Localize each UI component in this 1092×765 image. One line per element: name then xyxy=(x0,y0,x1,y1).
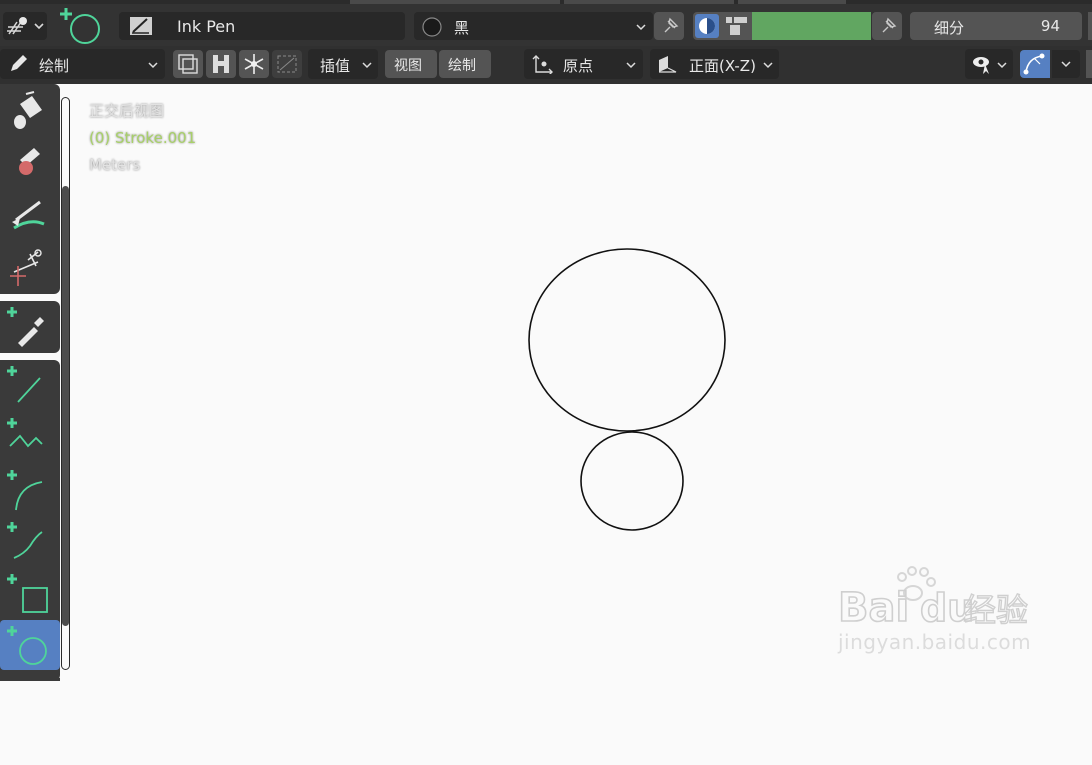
eraser-icon xyxy=(19,148,40,175)
overlays-toggle[interactable] xyxy=(1020,50,1050,78)
menu-view-label: 视图 xyxy=(394,58,422,74)
curve-icon xyxy=(7,522,43,559)
watermark-brand-cn: 经验 xyxy=(964,591,1028,629)
vertex-color-icon xyxy=(726,17,747,35)
menu-draw[interactable]: 绘制 xyxy=(439,50,491,78)
color-mode-toggle[interactable] xyxy=(693,12,753,40)
snowflake-icon xyxy=(244,54,264,74)
header-overflow xyxy=(1088,12,1092,40)
chevron-down-icon xyxy=(763,62,773,69)
menu-draw-label: 绘制 xyxy=(448,58,476,74)
tool-shelf-scrollbar-thumb[interactable] xyxy=(62,186,69,626)
material-name-label: 黑 xyxy=(454,19,470,37)
header-overflow xyxy=(1086,50,1092,78)
large-circle-stroke xyxy=(528,248,726,432)
polyline-icon xyxy=(7,418,43,448)
tool-fill[interactable] xyxy=(0,84,60,136)
chevron-down-icon xyxy=(997,62,1007,69)
pencil-icon xyxy=(11,55,27,71)
scissors-icon xyxy=(10,249,42,286)
eyedropper-icon xyxy=(7,307,44,347)
tint-brush-icon xyxy=(12,200,45,230)
subdivide-field[interactable]: 细分 94 xyxy=(910,12,1082,40)
points-mask-button[interactable] xyxy=(239,50,269,78)
material-dropdown[interactable]: 黑 xyxy=(414,12,653,40)
stroke-color-swatch[interactable] xyxy=(752,12,871,40)
drawing-plane-label: 正面(X-Z) xyxy=(689,57,756,75)
arc-icon xyxy=(7,470,43,511)
tool-polyline[interactable] xyxy=(0,412,60,464)
chevron-down-icon xyxy=(626,62,636,69)
viewport-info-overlay: 正交后视图 (0) Stroke.001 Meters xyxy=(89,98,196,179)
segment-icon xyxy=(277,55,297,73)
pin-material-button[interactable] xyxy=(654,12,684,40)
draw-mode-dropdown[interactable]: 绘制 xyxy=(0,49,165,79)
active-object-name: (0) Stroke.001 xyxy=(89,129,197,147)
material-sphere-icon xyxy=(422,17,442,37)
color-mode-icon xyxy=(695,14,719,38)
subdivide-label: 细分 xyxy=(934,19,965,37)
drawing-plane-dropdown[interactable]: 正面(X-Z) xyxy=(650,49,779,79)
stroke-mask-icon xyxy=(213,55,229,73)
tool-curve[interactable] xyxy=(0,516,60,568)
multiframe-icon xyxy=(178,54,198,74)
multiframe-button[interactable] xyxy=(173,50,203,78)
brush-selector[interactable]: Ink Pen xyxy=(119,12,405,40)
menu-view[interactable]: 视图 xyxy=(385,50,437,78)
watermark-url: jingyan.baidu.com xyxy=(838,630,1032,654)
stroke-placement-dropdown[interactable]: 原点 xyxy=(524,49,643,79)
workspace-tab-active[interactable] xyxy=(350,0,560,4)
circle-icon xyxy=(7,626,47,665)
top-strip xyxy=(0,0,1092,4)
tool-group-paint xyxy=(0,84,60,294)
tool-group-shapes xyxy=(0,360,60,681)
pin-icon xyxy=(882,17,897,33)
tool-circle[interactable] xyxy=(0,620,60,670)
tool-cutter[interactable] xyxy=(0,240,60,292)
visibility-dropdown[interactable] xyxy=(965,49,1013,79)
view-name: 正交后视图 xyxy=(89,102,165,120)
line-icon xyxy=(7,366,41,403)
small-circle-stroke xyxy=(580,431,684,531)
tool-line[interactable] xyxy=(0,360,60,412)
chevron-down-icon xyxy=(148,62,158,69)
interpolate-label: 插值 xyxy=(320,57,351,75)
pin-icon xyxy=(664,17,679,33)
tool-shelf xyxy=(0,84,62,681)
chevron-down-icon xyxy=(362,62,372,69)
tool-arc[interactable] xyxy=(0,464,60,516)
overlays-dropdown[interactable] xyxy=(1052,50,1080,78)
workspace-tab[interactable] xyxy=(564,0,734,4)
grease-pencil-mode-icon xyxy=(7,17,44,35)
tool-box[interactable] xyxy=(0,568,60,620)
viewport-header: 绘制 插值 视图 绘制 原点 正面(X-Z) xyxy=(0,46,1092,84)
ink-pen-brush-icon xyxy=(130,17,152,35)
origin-label: 原点 xyxy=(563,57,594,75)
units-label: Meters xyxy=(89,156,141,174)
bucket-icon xyxy=(14,91,42,129)
segment-mask-button[interactable] xyxy=(272,50,302,78)
active-tool-circle-icon xyxy=(60,8,100,44)
subdivide-value: 94 xyxy=(1040,17,1060,35)
tool-settings-header: Ink Pen 黑 细分 94 xyxy=(0,0,1092,46)
box-icon xyxy=(7,574,48,613)
curve-overlay-icon xyxy=(1023,53,1045,75)
mask-button[interactable] xyxy=(206,50,236,78)
watermark-brand: Bai xyxy=(838,585,909,631)
pin-color-button[interactable] xyxy=(872,12,902,40)
interpolate-dropdown[interactable]: 插值 xyxy=(308,49,378,79)
tool-eyedropper[interactable] xyxy=(0,301,60,353)
object-mode-dropdown[interactable] xyxy=(3,12,47,40)
front-plane-icon xyxy=(659,56,677,73)
workspace-tab[interactable] xyxy=(738,0,846,4)
tool-group-eyedropper xyxy=(0,301,60,353)
chevron-down-icon xyxy=(636,24,646,31)
draw-mode-label: 绘制 xyxy=(39,57,70,75)
tool-erase[interactable] xyxy=(0,136,60,188)
tool-tint[interactable] xyxy=(0,188,60,240)
eye-arrow-icon xyxy=(973,57,989,74)
origin-icon xyxy=(532,55,553,74)
brush-name-label: Ink Pen xyxy=(177,17,236,36)
chevron-down-icon xyxy=(1061,61,1071,68)
